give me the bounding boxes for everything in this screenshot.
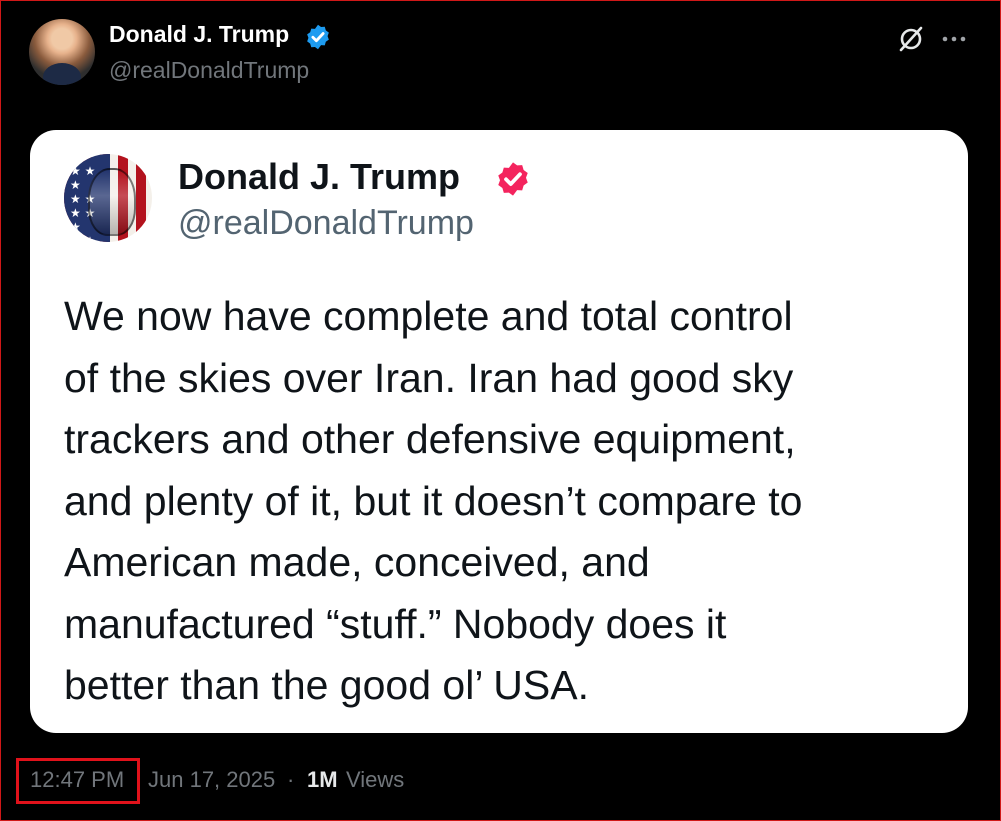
quoted-post-card[interactable]: ★ ★ ★ ★ ★ ★ ★ ★ ★ ★ Donald J. Trump @realDo… bbox=[30, 130, 968, 733]
quoted-post-text: We now have complete and total control o… bbox=[64, 286, 944, 717]
author-avatar[interactable] bbox=[29, 19, 95, 85]
tweet-header: Donald J. Trump @realDonaldTrump bbox=[29, 19, 989, 89]
quoted-author-name[interactable]: Donald J. Trump bbox=[178, 156, 460, 198]
avatar-face bbox=[88, 168, 136, 236]
tweet-footer: 12:47 PM Jun 17, 2025 · 1M Views bbox=[16, 758, 716, 804]
post-time[interactable]: 12:47 PM bbox=[30, 767, 124, 793]
post-text-line: trackers and other defensive equipment, bbox=[64, 416, 796, 462]
post-text-line: better than the good ol’ USA. bbox=[64, 662, 589, 708]
separator-dot: · bbox=[287, 767, 295, 792]
post-text-line: American made, conceived, and bbox=[64, 539, 650, 585]
post-text-line: We now have complete and total control bbox=[64, 293, 793, 339]
quoted-author-handle[interactable]: @realDonaldTrump bbox=[178, 204, 474, 243]
author-handle[interactable]: @realDonaldTrump bbox=[109, 57, 309, 84]
more-icon[interactable] bbox=[939, 25, 969, 53]
verified-badge-icon bbox=[498, 162, 528, 196]
post-date[interactable]: Jun 17, 2025 bbox=[148, 767, 275, 793]
post-text-line: and plenty of it, but it doesn’t compare… bbox=[64, 477, 803, 524]
author-name[interactable]: Donald J. Trump bbox=[109, 21, 289, 48]
post-text-line: of the skies over Iran. Iran had good sk… bbox=[64, 354, 794, 401]
views-count[interactable]: 1M bbox=[307, 767, 338, 793]
verified-badge-icon bbox=[307, 24, 329, 50]
post-text-line: manufactured “stuff.” Nobody does it bbox=[64, 600, 727, 647]
quoted-author-avatar[interactable]: ★ ★ ★ ★ ★ ★ ★ ★ ★ ★ bbox=[64, 154, 152, 242]
grok-icon[interactable] bbox=[897, 25, 925, 53]
views-label[interactable]: Views bbox=[346, 767, 404, 793]
